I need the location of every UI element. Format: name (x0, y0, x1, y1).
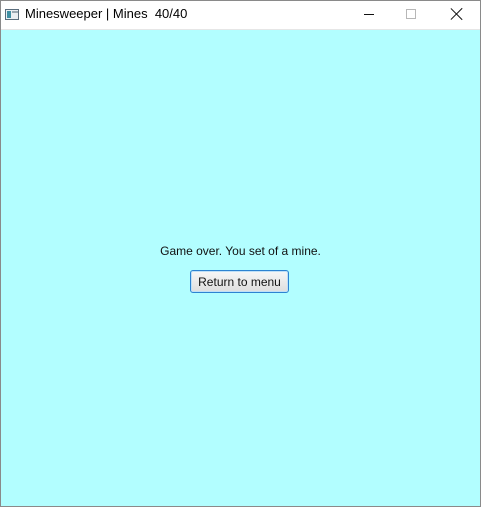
minimize-button[interactable] (345, 1, 391, 29)
maximize-button[interactable] (389, 1, 435, 29)
window-title: Minesweeper | Mines 40/40 (25, 6, 188, 21)
app-window-icon (5, 9, 19, 20)
title-bar[interactable]: Minesweeper | Mines 40/40 (1, 1, 480, 30)
maximize-icon (406, 9, 416, 19)
return-to-menu-button[interactable]: Return to menu (190, 270, 289, 293)
close-button[interactable] (435, 1, 481, 29)
game-over-message: Game over. You set of a mine. (160, 244, 321, 258)
game-over-panel: Game over. You set of a mine. Return to … (1, 30, 480, 506)
app-window: Minesweeper | Mines 40/40 Game over. You… (0, 0, 481, 507)
minimize-icon (364, 14, 374, 15)
close-icon (451, 8, 463, 20)
